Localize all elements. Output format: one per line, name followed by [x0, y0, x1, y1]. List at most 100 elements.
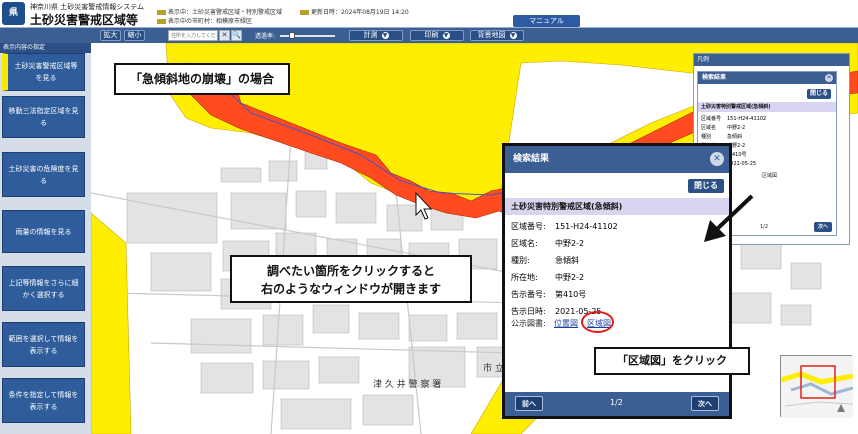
sidebar-item-label: 土砂災害警戒区域等を見る [14, 62, 78, 82]
small-dialog-detail-value: 151-H24-41102 [727, 116, 767, 122]
legend-title: 凡例 [694, 54, 849, 66]
search-icon[interactable]: 🔍 [231, 30, 242, 41]
dialog-detail-value: 中野2-2 [555, 273, 585, 282]
prev-button[interactable]: 前へ [515, 396, 543, 411]
callout-click-area-map: 「区域図」をクリック [594, 347, 750, 375]
transparency-slider-handle[interactable] [289, 32, 296, 39]
sidebar-heading: 表示内容の指定 [0, 43, 91, 53]
dialog-detail-value: 第410号 [555, 290, 587, 299]
address-search-input[interactable] [168, 30, 218, 41]
chevron-down-icon: ▼ [509, 31, 517, 39]
dialog-header: 検索結果 ✕ [505, 146, 729, 173]
close-icon[interactable]: ✕ [825, 74, 833, 82]
measure-label: 計測 [363, 31, 378, 39]
small-dialog-detail-row: 区域番号 151-H24-41102 [701, 115, 766, 124]
sidebar-item-rainfall[interactable]: 雨量の情報を見る [2, 210, 85, 253]
small-dialog-title: 検索結果 ✕ [698, 72, 836, 84]
display-info: 表示中：土砂災害警戒区域・特別警戒区域 [157, 7, 282, 16]
dialog-detail-row: 種別: 急傾斜 [511, 252, 618, 269]
map-label-police: 津 久 井 警 察 署 [373, 380, 442, 390]
chevron-down-icon: ▼ [381, 31, 389, 39]
zoom-in-button[interactable]: 拡大 [100, 30, 121, 41]
dialog-detail-key: 区域番号: [511, 222, 546, 231]
small-next-button[interactable]: 次へ [814, 222, 832, 232]
sidebar-item-detailed-select[interactable]: 上記等情報をさらに細かく選択する [2, 266, 85, 311]
small-dialog-area-link[interactable]: 区域図 [762, 172, 777, 179]
sidebar-item-three-laws[interactable]: 移動三法指定区域を見る [2, 96, 85, 138]
transparency-label: 透過率: [255, 33, 276, 40]
prefecture-logo: 県 [2, 2, 25, 25]
zoom-out-button[interactable]: 縮小 [124, 30, 145, 41]
screen: 県 神奈川県 土砂災害警戒情報システム 土砂災害警戒区域等 表示中：土砂災害警戒… [0, 0, 858, 434]
toolbar: 拡大 縮小 ✕ 🔍 透過率: 計測▼ 印刷▼ 背景地図▼ [0, 28, 858, 43]
sidebar-item-label: 雨量の情報を見る [15, 227, 72, 236]
dialog-detail-value: 151-H24-41102 [555, 222, 618, 231]
clear-search-icon[interactable]: ✕ [219, 30, 230, 41]
municipality-info-text: 表示中の市町村：相模原市緑区 [168, 18, 253, 25]
position-map-link[interactable]: 位置図 [554, 318, 578, 329]
update-info: 更新日時：2024年08月19日 14:20 [300, 7, 409, 16]
dialog-detail-key: 区域名: [511, 239, 538, 248]
callout-steep-slope: 「急傾斜地の崩壊」の場合 [114, 63, 291, 95]
callout-arrow [704, 194, 754, 242]
app-title: 土砂災害警戒区域等 [30, 13, 139, 27]
sidebar: 表示内容の指定 土砂災害警戒区域等を見る 移動三法指定区域を見る 土砂災害の危険… [0, 43, 91, 434]
close-icon[interactable]: ✕ [710, 152, 724, 166]
print-label: 印刷 [424, 31, 439, 39]
chevron-down-icon: ▼ [442, 31, 450, 39]
dialog-detail-row: 所在地: 中野2-2 [511, 269, 618, 286]
callout-click-instruction: 調べたい箇所をクリックすると 右のようなウィンドウが開きます [230, 255, 472, 303]
sidebar-item-label: 上記等情報をさらに細かく選択する [8, 278, 79, 299]
small-dialog-page: 1/2 [760, 224, 769, 230]
small-dialog-detail-key: 区域名 [701, 125, 717, 131]
page-indicator: 1/2 [610, 398, 623, 407]
basemap-label: 背景地図 [477, 31, 506, 39]
small-dialog-title-text: 検索結果 [702, 74, 727, 81]
small-dialog-detail-key: 区域番号 [701, 116, 722, 122]
small-dialog-detail-value: 中野2-2 [727, 125, 746, 131]
small-dialog-band: 土砂災害特別警戒区域(急傾斜) [698, 102, 836, 112]
small-dialog-detail-value: 急傾斜 [727, 134, 743, 140]
update-info-text: 更新日時：2024年08月19日 14:20 [311, 9, 409, 16]
dialog-footer: 前へ 1/2 次へ [505, 392, 729, 416]
next-button[interactable]: 次へ [691, 396, 719, 411]
measure-button[interactable]: 計測 ▼ [349, 30, 403, 41]
minimap-canvas [780, 356, 854, 418]
callout-line-1: 調べたい箇所をクリックすると [266, 264, 435, 278]
dialog-rows: 区域番号: 151-H24-41102 区域名: 中野2-2 種別: 急傾斜所在地: 中野2… [511, 218, 618, 320]
sidebar-item-label: 移動三法指定区域を見る [8, 107, 79, 127]
docs-label: 公示図書: [511, 319, 546, 328]
display-info-text: 表示中：土砂災害警戒区域・特別警戒区域 [168, 9, 283, 16]
dialog-detail-value: 中野2-2 [555, 239, 585, 248]
overview-minimap[interactable] [780, 355, 854, 418]
sidebar-item-label: 土砂災害の危険度を見る [8, 164, 79, 185]
basemap-button[interactable]: 背景地図 ▼ [470, 30, 524, 41]
map-label-city: 市 立 [483, 364, 504, 374]
sidebar-item-sediment-zones[interactable]: 土砂災害警戒区域等を見る [2, 53, 85, 91]
dialog-title: 検索結果 [513, 154, 550, 164]
sidebar-item-danger-level[interactable]: 土砂災害の危険度を見る [2, 152, 85, 197]
small-dialog-detail-key: 種別 [701, 134, 712, 140]
print-button[interactable]: 印刷 ▼ [410, 30, 464, 41]
dialog-detail-key: 告示番号: [511, 290, 546, 299]
small-dialog-detail-row: 種別 急傾斜 [701, 133, 766, 142]
municipality-info: 表示中の市町村：相模原市緑区 [157, 16, 252, 25]
area-map-highlight-ring [581, 311, 614, 333]
callout-line-2: 右のようなウィンドウが開きます [260, 282, 441, 296]
dialog-detail-row: 告示番号: 第410号 [511, 286, 618, 303]
result-dialog: 検索結果 ✕ 閉じる 土砂災害特別警戒区域(急傾斜) 区域番号: 151-H24-… [502, 143, 732, 419]
dialog-detail-row: 区域名: 中野2-2 [511, 235, 618, 252]
sidebar-item-label: 条件を指定して情報を表示する [8, 390, 79, 411]
warning-zone-left [91, 212, 132, 434]
small-dialog-detail-row: 区域名 中野2-2 [701, 124, 766, 133]
dialog-detail-key: 所在地: [511, 273, 538, 282]
dialog-zone-band: 土砂災害特別警戒区域(急傾斜) [505, 198, 729, 215]
sidebar-item-label: 範囲を選択して情報を表示する [8, 334, 79, 355]
dialog-detail-value: 急傾斜 [555, 256, 579, 265]
manual-button[interactable]: マニュアル [513, 15, 580, 27]
sidebar-item-area-select[interactable]: 範囲を選択して情報を表示する [2, 322, 85, 367]
sidebar-item-condition-search[interactable]: 条件を指定して情報を表示する [2, 378, 85, 423]
app-header: 県 神奈川県 土砂災害警戒情報システム 土砂災害警戒区域等 表示中：土砂災害警戒… [0, 0, 858, 28]
dialog-detail-key: 種別: [511, 256, 530, 265]
small-close-button[interactable]: 閉じる [807, 89, 831, 99]
